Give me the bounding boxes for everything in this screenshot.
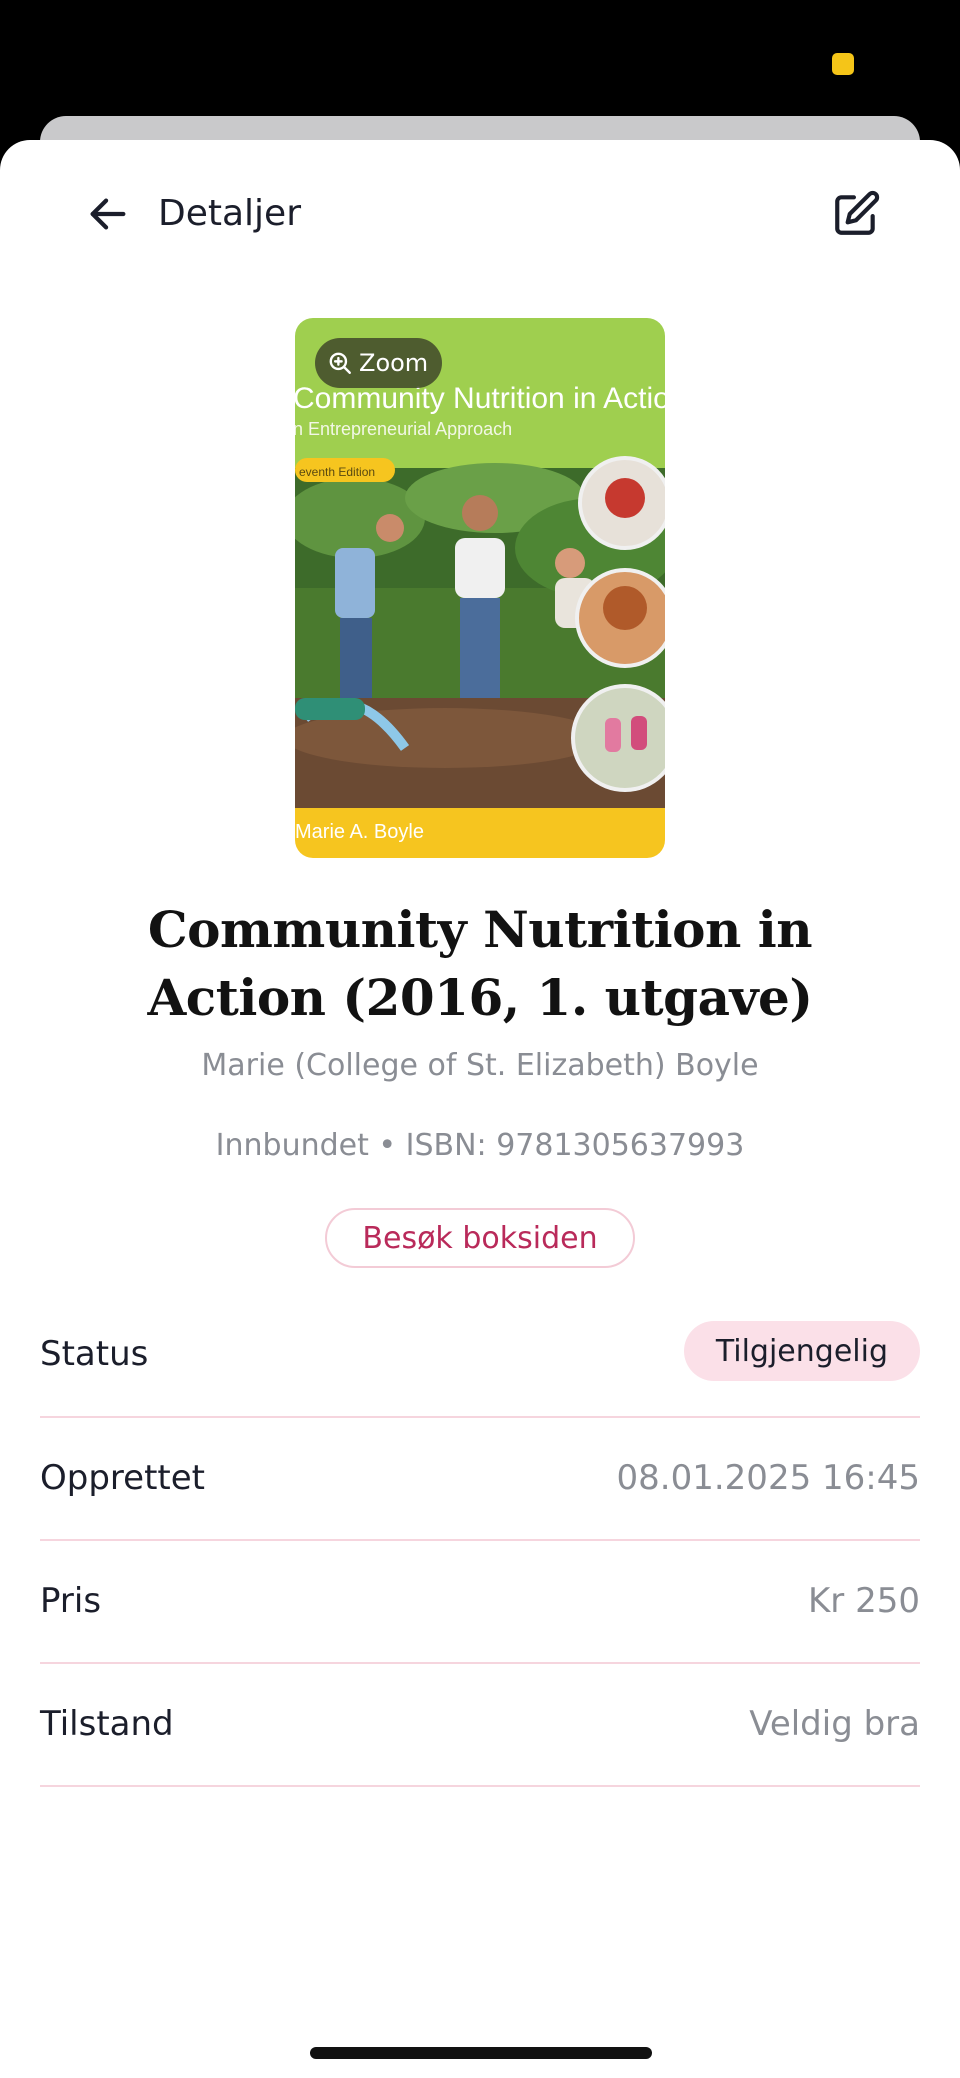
book-meta: Innbundet • ISBN: 9781305637993: [215, 1128, 745, 1163]
detail-row-status: Status Tilgjengelig: [40, 1298, 920, 1418]
book-title: Community Nutrition in Action (2016, 1. …: [147, 900, 813, 1027]
edit-icon: [835, 190, 880, 235]
detail-label: Pris: [40, 1581, 102, 1621]
cover-author-text: Marie A. Boyle: [295, 821, 424, 843]
detail-label: Opprettet: [40, 1458, 205, 1498]
page-title: Detaljer: [158, 193, 301, 234]
zoom-button[interactable]: Zoom: [315, 338, 443, 388]
status-badge: Tilgjengelig: [683, 1321, 920, 1381]
detail-value: Veldig bra: [749, 1704, 920, 1744]
book-author: Marie (College of St. Elizabeth) Boyle: [201, 1048, 759, 1083]
details-sheet: Detaljer Community Nutrition in Actio n …: [0, 140, 960, 2078]
book-cover-image[interactable]: Community Nutrition in Actio n Entrepren…: [295, 318, 665, 858]
details-list: Status Tilgjengelig Opprettet 08.01.2025…: [40, 1298, 920, 1787]
detail-label: Tilstand: [40, 1704, 174, 1744]
edit-button[interactable]: [824, 182, 888, 246]
arrow-left-icon: [90, 198, 126, 230]
detail-row-condition: Tilstand Veldig bra: [40, 1664, 920, 1787]
zoom-label: Zoom: [359, 349, 429, 377]
detail-value: 08.01.2025 16:45: [616, 1458, 920, 1498]
recording-indicator-icon: [832, 53, 854, 75]
cover-subtitle-text: n Entrepreneurial Approach: [295, 419, 512, 439]
cover-edition-text: eventh Edition: [299, 465, 375, 479]
detail-value: Kr 250: [808, 1581, 920, 1621]
top-bar: Detaljer: [0, 140, 960, 280]
back-button[interactable]: [78, 184, 138, 244]
detail-label: Status: [40, 1334, 149, 1374]
visit-book-page-button[interactable]: Besøk boksiden: [325, 1208, 635, 1268]
home-indicator[interactable]: [310, 2047, 652, 2059]
zoom-in-icon: [329, 352, 351, 374]
detail-row-price: Pris Kr 250: [40, 1541, 920, 1664]
detail-row-created: Opprettet 08.01.2025 16:45: [40, 1418, 920, 1541]
